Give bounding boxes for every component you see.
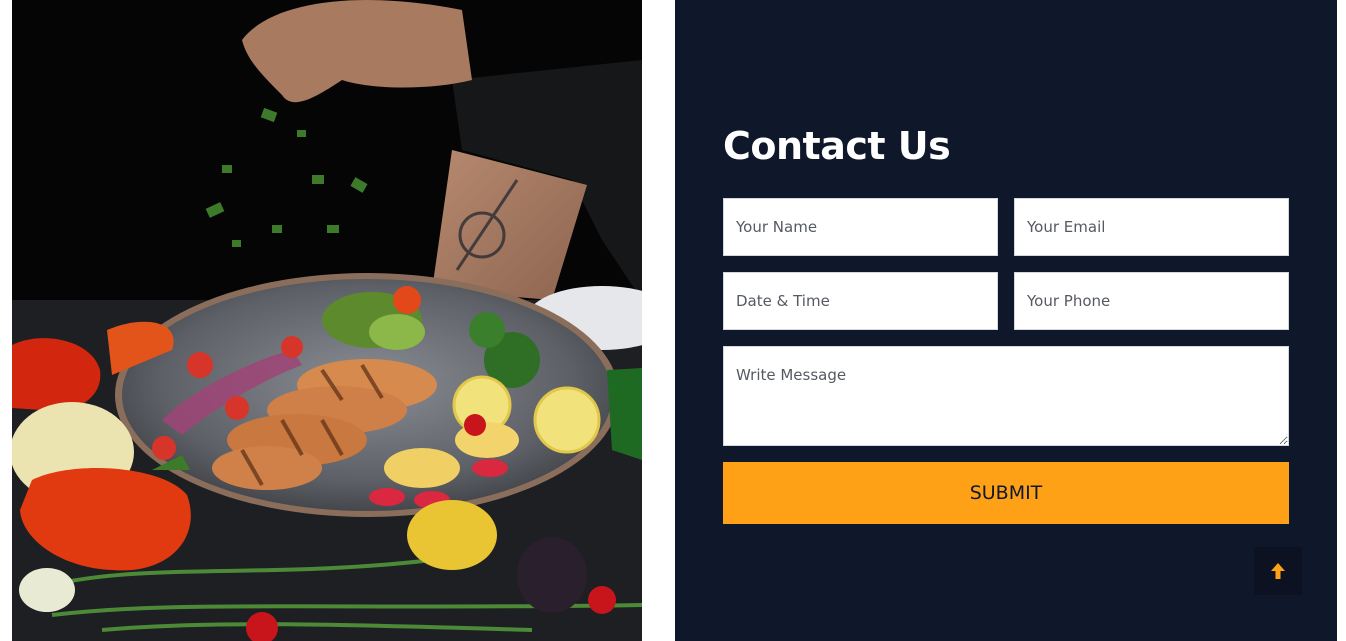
scroll-to-top-button[interactable] [1254,547,1302,595]
contact-title: Contact Us [723,124,951,168]
message-textarea[interactable] [723,346,1289,446]
datetime-input[interactable] [723,272,998,330]
email-input[interactable] [1014,198,1289,256]
submit-button[interactable]: SUBMIT [723,462,1289,524]
arrow-up-icon [1268,561,1288,581]
name-input[interactable] [723,198,998,256]
phone-input[interactable] [1014,272,1289,330]
food-photo [12,0,642,641]
contact-panel: Contact Us SUBMIT [675,0,1337,641]
